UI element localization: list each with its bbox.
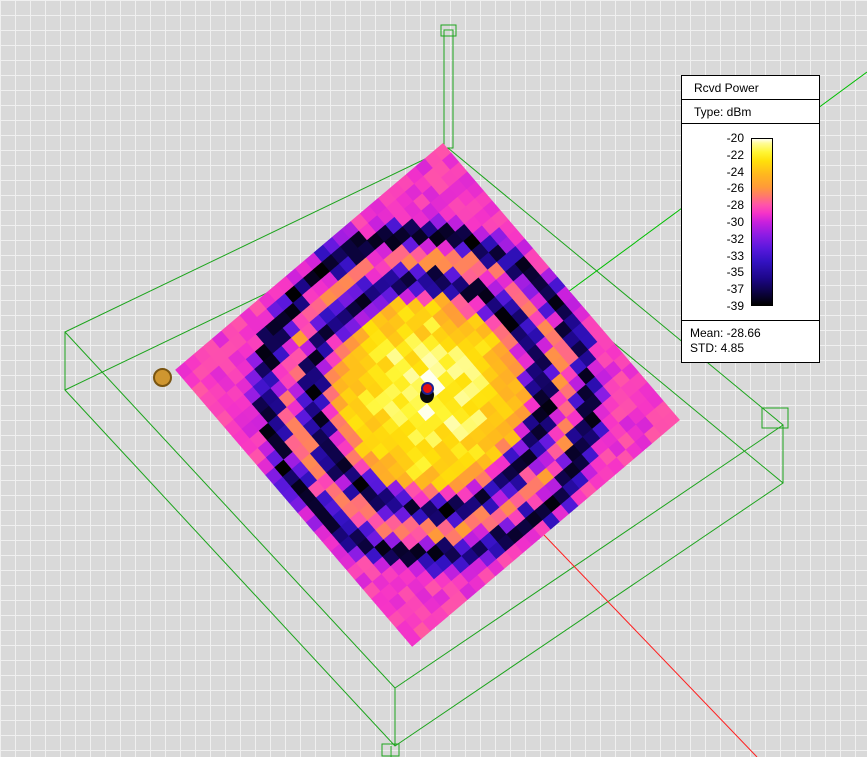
colorbar — [751, 138, 773, 306]
colorbar-tick: -20 — [682, 132, 744, 144]
colorbar-tick: -35 — [682, 266, 744, 278]
tx-marker-dot — [421, 382, 434, 395]
legend-type-label: Type: dBm — [682, 100, 819, 124]
colorbar-section: -20 -22 -24 -26 -28 -30 -32 -33 -35 -37 -39 — [682, 124, 819, 320]
colorbar-tick: -39 — [682, 300, 744, 312]
colorbar-tick: -26 — [682, 182, 744, 194]
colorbar-tick: -24 — [682, 166, 744, 178]
colorbar-tick: -30 — [682, 216, 744, 228]
antenna-pole — [444, 30, 453, 148]
scene-viewport[interactable]: Rcvd Power Type: dBm -20-22-24-26-28-30-… — [0, 0, 867, 757]
legend-title: Rcvd Power — [682, 76, 819, 100]
colorbar-tick: -28 — [682, 199, 744, 211]
colorbar-tick: -37 — [682, 283, 744, 295]
rx-marker[interactable] — [153, 368, 172, 387]
legend-stats: Mean: -28.66 STD: 4.85 — [682, 320, 819, 362]
std-value: STD: 4.85 — [690, 341, 811, 356]
colorbar-tick: -32 — [682, 233, 744, 245]
mean-value: Mean: -28.66 — [690, 326, 811, 341]
colorbar-tick: -22 — [682, 149, 744, 161]
colorbar-tick: -33 — [682, 250, 744, 262]
legend-panel: Rcvd Power Type: dBm -20-22-24-26-28-30-… — [681, 75, 820, 363]
